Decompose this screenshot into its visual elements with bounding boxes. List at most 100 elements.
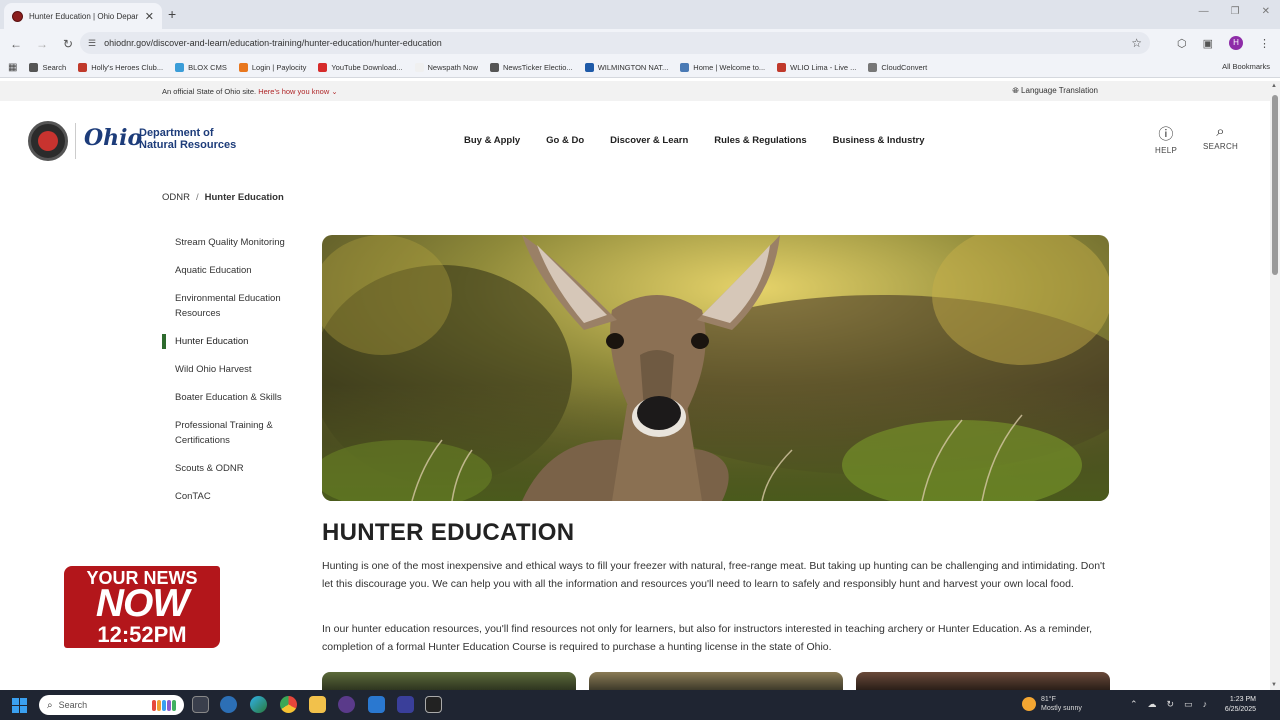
app-icon-2[interactable] [338,696,355,713]
address-bar[interactable]: ☰ ohiodnr.gov/discover-and-learn/educati… [80,32,1150,54]
bookmark-favicon-icon [584,63,594,72]
site-info-icon[interactable]: ☰ [88,38,96,49]
menu-kebab-icon[interactable]: ⋮ [1259,37,1270,50]
reload-icon[interactable]: ↻ [58,37,78,51]
sidenav-scouts-odnr[interactable]: Scouts & ODNR [162,461,302,476]
bookmark-favicon-icon [175,63,185,72]
sidenav-contac[interactable]: ConTAC [162,489,302,504]
help-button[interactable]: ⓘ HELP [1155,123,1177,155]
resources-paragraph: In our hunter education resources, you'l… [322,623,1093,653]
nav-go-do[interactable]: Go & Do [546,135,584,146]
scroll-down-icon[interactable]: ▼ [1271,682,1277,688]
bookmark-item[interactable]: Newspath Now [414,63,478,72]
intro-paragraph: Hunting is one of the most inexpensive a… [322,560,1105,590]
system-tray: ⌃ ☁ ↻ ▭ ♪ [1130,699,1207,710]
search-icon: ⌕ [1216,123,1225,140]
bookmark-item[interactable]: WILMINGTON NAT... [584,63,668,72]
volume-icon[interactable]: ♪ [1203,699,1208,710]
extensions-icon[interactable]: ⬡ [1177,37,1187,50]
sidenav-wild-ohio-harvest[interactable]: Wild Ohio Harvest [162,362,302,377]
minimize-icon[interactable]: — [1199,6,1209,17]
globe-icon: 🌐︎ [1012,86,1019,95]
back-arrow-icon[interactable]: ← [6,37,26,51]
bookmark-star-icon[interactable]: ☆ [1131,36,1142,50]
close-tab-icon[interactable]: ✕ [145,10,154,23]
main-navigation: Buy & Apply Go & Do Discover & Learn Rul… [464,135,925,146]
side-panel-icon[interactable]: ▣ [1203,37,1213,50]
close-window-icon[interactable]: ✕ [1262,6,1270,17]
page-title: HUNTER EDUCATION [322,519,575,546]
department-name[interactable]: Department of Natural Resources [139,127,249,151]
card-thumbnail-1[interactable] [322,672,576,690]
nav-buy-apply[interactable]: Buy & Apply [464,135,520,146]
breadcrumb-odnr[interactable]: ODNR [162,192,190,203]
card-thumbnail-3[interactable] [856,672,1110,690]
deer-illustration [322,235,1109,501]
bookmark-favicon-icon [78,63,88,72]
tab-title: Hunter Education | Ohio Depar [29,11,139,21]
language-translation-button[interactable]: 🌐︎ Language Translation [1012,86,1098,96]
windows-taskbar: ⌕ Search 81°F Mostly sunny ⌃ ☁ ↻ ▭ ♪ 1:2… [0,690,1280,720]
ohio-seal-logo[interactable] [28,121,68,161]
nav-business-industry[interactable]: Business & Industry [833,135,925,146]
chrome-icon[interactable] [280,696,297,713]
sun-icon [1022,697,1036,711]
forward-arrow-icon[interactable]: → [32,37,52,51]
bookmark-item[interactable]: CloudConvert [868,63,927,72]
windows-start-icon[interactable] [12,698,27,713]
sidenav-boater-education[interactable]: Boater Education & Skills [162,390,302,405]
apps-grid-icon[interactable]: ▦ [8,62,17,73]
scroll-thumb[interactable] [1272,95,1278,275]
window-controls: — ❐ ✕ [1199,6,1270,17]
nav-rules-regulations[interactable]: Rules & Regulations [714,135,806,146]
search-button[interactable]: ⌕ SEARCH [1203,123,1238,151]
url-text[interactable]: ohiodnr.gov/discover-and-learn/education… [104,38,1131,48]
browser-tab[interactable]: Hunter Education | Ohio Depar ✕ [4,3,162,29]
task-view-icon[interactable] [192,696,209,713]
logo-divider [75,123,76,159]
bookmark-item[interactable]: Holly's Heroes Club... [78,63,163,72]
sidenav-hunter-education[interactable]: Hunter Education [162,334,302,349]
app-icon-1[interactable] [220,696,237,713]
breadcrumb: ODNR / Hunter Education [162,192,284,203]
new-tab-button[interactable]: + [168,6,176,22]
bookmark-item[interactable]: YouTube Download... [318,63,403,72]
section-sidenav: Stream Quality Monitoring Aquatic Educat… [162,235,302,517]
sidenav-professional-training[interactable]: Professional Training & Certifications [162,418,302,448]
bookmark-item[interactable]: Search [29,63,66,72]
bookmark-item[interactable]: BLOX CMS [175,63,227,72]
taskbar-clock[interactable]: 1:23 PM 6/25/2025 [1225,695,1256,715]
edge-icon[interactable] [250,696,267,713]
cloud-icon[interactable]: ☁ [1148,699,1157,710]
bookmark-item[interactable]: Home | Welcome to... [680,63,765,72]
scroll-up-icon[interactable]: ▲ [1271,83,1277,89]
sync-icon[interactable]: ↻ [1167,699,1175,710]
sidenav-stream-quality[interactable]: Stream Quality Monitoring [162,235,302,250]
restore-icon[interactable]: ❐ [1231,6,1240,17]
profile-avatar[interactable]: H [1229,36,1243,50]
taskbar-search[interactable]: ⌕ Search [39,695,184,715]
search-icon: ⌕ [47,699,53,711]
sidenav-aquatic-education[interactable]: Aquatic Education [162,263,302,278]
bookmark-item[interactable]: WLIO Lima - Live ... [777,63,856,72]
file-explorer-icon[interactable] [309,696,326,713]
bookmark-favicon-icon [868,63,878,72]
bookmark-item[interactable]: NewsTicker Electio... [489,63,573,72]
bookmark-favicon-icon [318,63,328,72]
app-icon-5[interactable] [425,696,442,713]
card-thumbnail-2[interactable] [589,672,843,690]
app-icon-4[interactable] [397,696,414,713]
official-site-text: An official State of Ohio site. Here's h… [162,87,338,96]
all-bookmarks-button[interactable]: All Bookmarks [1222,62,1270,71]
chevron-up-icon[interactable]: ⌃ [1130,699,1138,710]
nav-discover-learn[interactable]: Discover & Learn [610,135,688,146]
bookmark-favicon-icon [29,63,39,72]
bookmark-item[interactable]: Login | Paylocity [238,63,306,72]
page-scrollbar[interactable]: ▲ ▼ [1270,81,1280,690]
network-icon[interactable]: ▭ [1184,699,1193,710]
ohio-logo-wordmark[interactable]: Ohio [84,125,142,151]
heres-how-you-know-link[interactable]: Here's how you know ⌄ [258,87,337,96]
sidenav-environmental-education[interactable]: Environmental Education Resources [162,291,302,321]
app-icon-3[interactable] [368,696,385,713]
weather-widget[interactable]: 81°F Mostly sunny [1022,695,1082,713]
